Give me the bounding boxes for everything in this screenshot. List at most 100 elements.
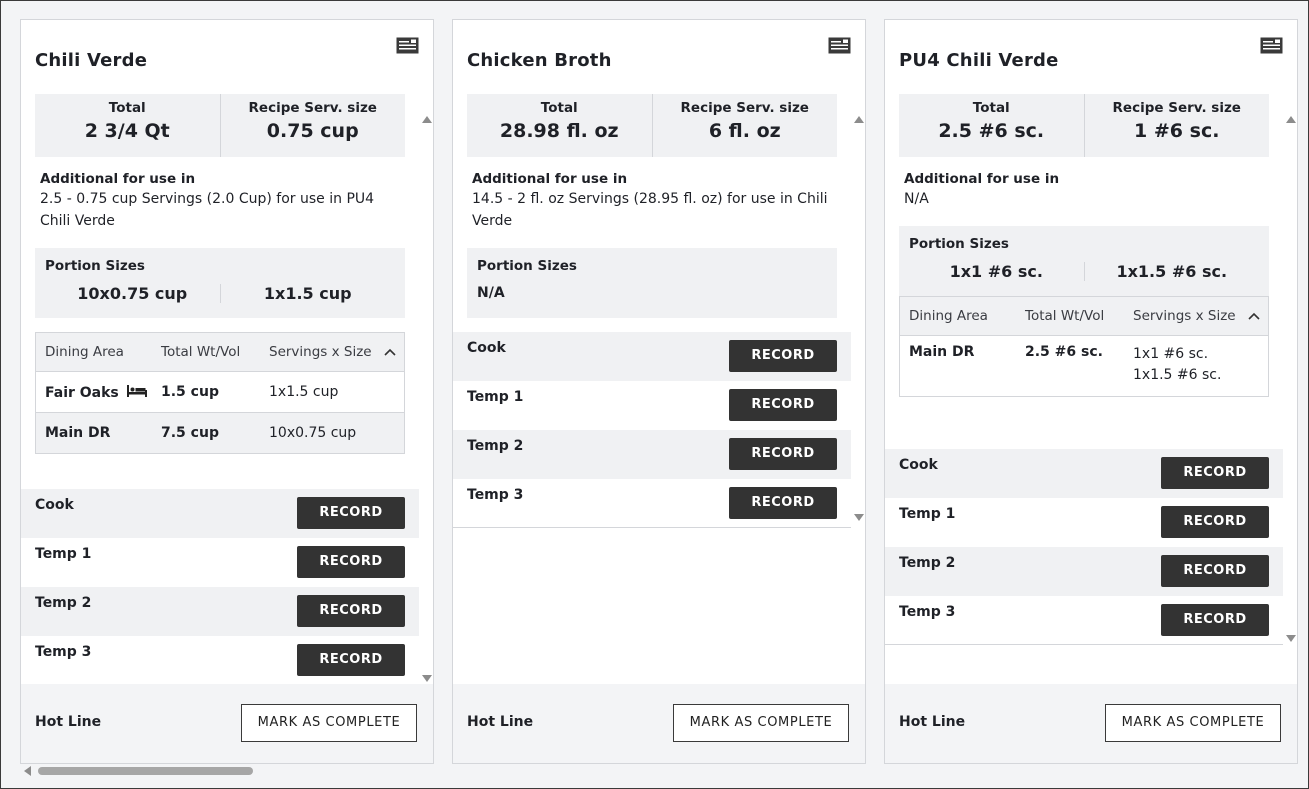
vertical-scrollbar[interactable] xyxy=(419,116,433,682)
record-label: Temp 3 xyxy=(35,644,92,660)
record-button[interactable]: RECORD xyxy=(297,644,405,676)
vertical-scrollbar[interactable] xyxy=(851,116,865,521)
bed-icon xyxy=(126,384,147,397)
record-button[interactable]: RECORD xyxy=(729,487,837,519)
servings-line: 1x1 #6 sc. xyxy=(1133,346,1209,362)
recipe-card-pu4-chili-verde: PU4 Chili Verde Total 2.5 #6 sc. Recipe … xyxy=(884,19,1298,764)
print-icon[interactable] xyxy=(828,37,851,54)
station-label: Hot Line xyxy=(467,714,534,730)
column-header-total[interactable]: Total Wt/Vol xyxy=(1016,308,1124,324)
table-row: Main DR 2.5 #6 sc. 1x1 #6 sc. 1x1.5 #6 s… xyxy=(900,335,1268,396)
scroll-left-arrow[interactable] xyxy=(24,766,31,776)
total-label: Total xyxy=(540,100,578,116)
record-button[interactable]: RECORD xyxy=(297,546,405,578)
record-label: Temp 3 xyxy=(899,604,956,620)
table-header: Dining Area Total Wt/Vol Servings x Size xyxy=(900,297,1268,335)
record-label: Temp 1 xyxy=(467,389,524,405)
station-label: Hot Line xyxy=(35,714,102,730)
portion-na: N/A xyxy=(477,285,505,301)
record-row-temp2: Temp 2 RECORD xyxy=(21,587,419,636)
mark-complete-button[interactable]: MARK AS COMPLETE xyxy=(673,704,849,742)
serving-size-value: 6 fl. oz xyxy=(708,120,781,142)
recipe-card-chili-verde: Chili Verde Total 2 3/4 Qt Recipe Serv. … xyxy=(20,19,434,764)
portion-size: 1x1 #6 sc. xyxy=(949,262,1043,281)
card-scroll-area[interactable]: Total 2 3/4 Qt Recipe Serv. size 0.75 cu… xyxy=(21,94,433,684)
scroll-thumb[interactable] xyxy=(38,767,253,775)
additional-use-section: Additional for use in 2.5 - 0.75 cup Ser… xyxy=(35,157,405,248)
dining-area-cell: Main DR xyxy=(909,344,975,360)
record-row-temp2: Temp 2 RECORD xyxy=(453,430,851,479)
mark-complete-button[interactable]: MARK AS COMPLETE xyxy=(241,704,417,742)
record-button[interactable]: RECORD xyxy=(1161,457,1269,489)
column-header-servings[interactable]: Servings x Size xyxy=(1124,308,1268,324)
record-row-temp1: Temp 1 RECORD xyxy=(453,381,851,430)
totals-panel: Total 28.98 fl. oz Recipe Serv. size 6 f… xyxy=(467,94,837,157)
record-button[interactable]: RECORD xyxy=(729,438,837,470)
record-row-temp3: Temp 3 RECORD xyxy=(885,596,1283,645)
record-row-temp1: Temp 1 RECORD xyxy=(21,538,419,587)
card-footer: Hot Line MARK AS COMPLETE xyxy=(453,684,865,763)
table-row: Main DR 7.5 cup 10x0.75 cup xyxy=(36,412,404,453)
total-cell: 2.5 #6 sc. xyxy=(1025,344,1103,360)
mark-complete-button[interactable]: MARK AS COMPLETE xyxy=(1105,704,1281,742)
portion-size: 10x0.75 cup xyxy=(77,284,188,303)
scroll-down-arrow[interactable] xyxy=(854,514,864,521)
scroll-up-arrow[interactable] xyxy=(854,116,864,123)
column-header-servings-label: Servings x Size xyxy=(1133,308,1236,324)
scroll-down-arrow[interactable] xyxy=(1286,635,1296,642)
record-button[interactable]: RECORD xyxy=(297,497,405,529)
card-scroll-area[interactable]: Total 2.5 #6 sc. Recipe Serv. size 1 #6 … xyxy=(885,94,1297,654)
card-scroll-area[interactable]: Total 28.98 fl. oz Recipe Serv. size 6 f… xyxy=(453,94,865,554)
additional-label: Additional for use in xyxy=(904,171,1060,187)
record-label: Cook xyxy=(899,457,938,473)
dining-area-table: Dining Area Total Wt/Vol Servings x Size… xyxy=(35,332,405,454)
portion-label: Portion Sizes xyxy=(477,258,577,274)
record-button[interactable]: RECORD xyxy=(1161,604,1269,636)
record-row-cook: Cook RECORD xyxy=(21,489,419,538)
record-list: Cook RECORD Temp 1 RECORD Temp 2 RECORD … xyxy=(453,332,851,528)
servings-line: 1x1.5 #6 sc. xyxy=(1133,367,1222,383)
record-button[interactable]: RECORD xyxy=(297,595,405,627)
print-icon[interactable] xyxy=(396,37,419,54)
record-button[interactable]: RECORD xyxy=(729,340,837,372)
total-label: Total xyxy=(972,100,1010,116)
scroll-up-arrow[interactable] xyxy=(1286,116,1296,123)
portion-sizes-panel: Portion Sizes 10x0.75 cup 1x1.5 cup xyxy=(35,248,405,318)
recipe-card-chicken-broth: Chicken Broth Total 28.98 fl. oz Recipe … xyxy=(452,19,866,764)
scroll-up-arrow[interactable] xyxy=(422,116,432,123)
additional-text: N/A xyxy=(904,191,929,207)
record-button[interactable]: RECORD xyxy=(1161,506,1269,538)
servings-cell: 10x0.75 cup xyxy=(269,425,357,441)
portion-label: Portion Sizes xyxy=(909,236,1009,252)
dining-area-table: Dining Area Total Wt/Vol Servings x Size… xyxy=(899,296,1269,397)
record-button[interactable]: RECORD xyxy=(1161,555,1269,587)
record-list: Cook RECORD Temp 1 RECORD Temp 2 RECORD … xyxy=(21,489,419,684)
total-label: Total xyxy=(108,100,146,116)
column-header-total[interactable]: Total Wt/Vol xyxy=(152,344,260,360)
additional-use-section: Additional for use in N/A xyxy=(899,157,1269,226)
chevron-up-icon[interactable] xyxy=(1248,312,1260,320)
column-header-dining-area[interactable]: Dining Area xyxy=(900,308,1016,324)
vertical-scrollbar[interactable] xyxy=(1283,116,1297,642)
record-row-temp3: Temp 3 RECORD xyxy=(21,636,419,684)
chevron-up-icon[interactable] xyxy=(384,348,396,356)
station-label: Hot Line xyxy=(899,714,966,730)
record-row-temp2: Temp 2 RECORD xyxy=(885,547,1283,596)
column-header-dining-area[interactable]: Dining Area xyxy=(36,344,152,360)
scroll-down-arrow[interactable] xyxy=(422,675,432,682)
print-icon[interactable] xyxy=(1260,37,1283,54)
totals-panel: Total 2 3/4 Qt Recipe Serv. size 0.75 cu… xyxy=(35,94,405,157)
total-value: 28.98 fl. oz xyxy=(499,120,619,142)
record-label: Temp 2 xyxy=(35,595,92,611)
servings-cell: 1x1.5 cup xyxy=(269,384,339,400)
record-button[interactable]: RECORD xyxy=(729,389,837,421)
record-row-cook: Cook RECORD xyxy=(885,449,1283,498)
horizontal-scrollbar[interactable] xyxy=(21,765,1308,777)
column-header-servings[interactable]: Servings x Size xyxy=(260,344,404,360)
portion-size: 1x1.5 cup xyxy=(219,284,396,303)
additional-use-section: Additional for use in 14.5 - 2 fl. oz Se… xyxy=(467,157,837,248)
total-cell: 1.5 cup xyxy=(161,384,219,400)
serving-size-value: 1 #6 sc. xyxy=(1134,120,1220,142)
record-label: Cook xyxy=(35,497,74,513)
record-label: Temp 2 xyxy=(467,438,524,454)
